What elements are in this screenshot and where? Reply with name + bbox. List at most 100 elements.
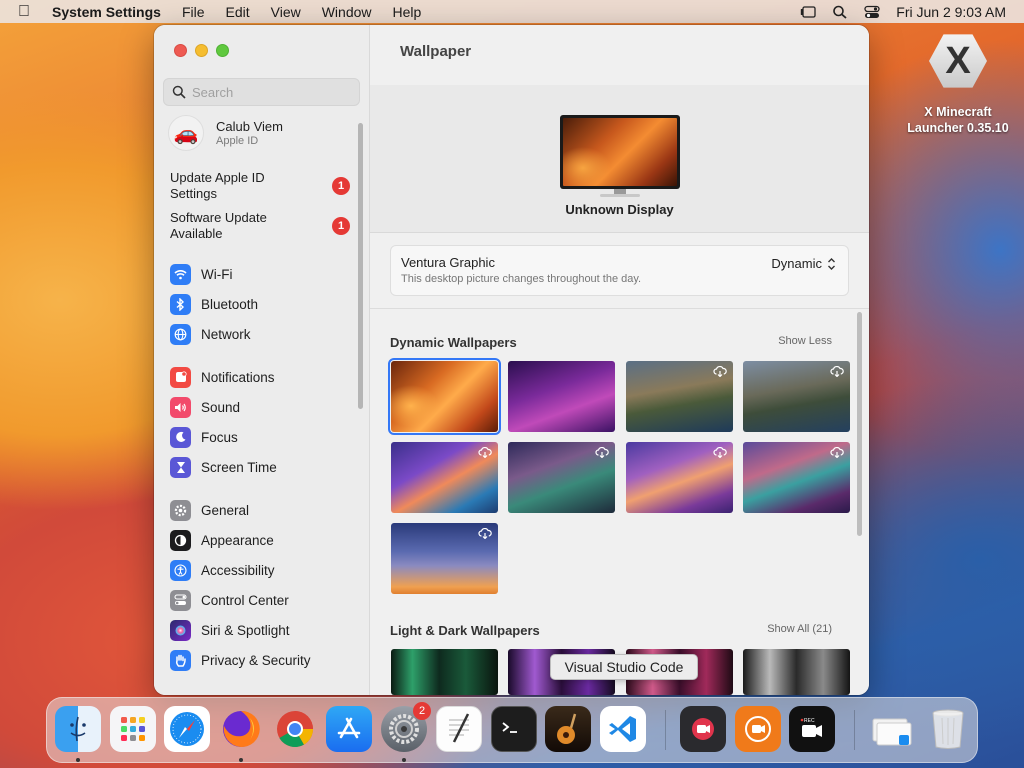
control-center-icon[interactable] (864, 5, 880, 19)
sidebar-item-network[interactable]: Network (170, 323, 251, 345)
sidebar-item-accessibility[interactable]: Accessibility (170, 559, 275, 581)
moon-icon (170, 426, 191, 448)
menubar-clock[interactable]: Fri Jun 2 9:03 AM (896, 4, 1006, 20)
sidebar-item-appearance[interactable]: Appearance (170, 529, 274, 551)
sidebar-item-sound[interactable]: Sound (170, 396, 240, 418)
menu-window[interactable]: Window (322, 4, 372, 20)
finder-icon[interactable] (55, 706, 101, 752)
show-less-button[interactable]: Show Less (778, 335, 832, 350)
download-cloud-icon[interactable] (478, 446, 492, 461)
menu-extras: Fri Jun 2 9:03 AM (800, 4, 1006, 20)
wallpaper-thumb-macintosh-desert[interactable] (626, 442, 733, 513)
terminal-icon[interactable] (491, 706, 537, 752)
system-settings-icon[interactable]: 2 (381, 702, 431, 752)
desktop-app-label-line1: X Minecraft (924, 105, 992, 119)
menu-file[interactable]: File (182, 4, 205, 20)
maximize-window-button[interactable] (216, 44, 229, 57)
appearance-icon (170, 529, 191, 551)
app-store-icon[interactable] (326, 706, 372, 752)
firefox-icon[interactable] (218, 706, 264, 752)
search-icon (172, 85, 186, 99)
wallpaper-thumb-ventura-purple[interactable] (508, 361, 615, 432)
sidebar-item-general[interactable]: General (170, 499, 249, 521)
sidebar-item-label: Sound (201, 399, 241, 415)
sidebar-item-siri-spotlight[interactable]: Siri & Spotlight (170, 619, 290, 641)
wallpaper-thumb-gradient-sunset[interactable] (391, 523, 498, 594)
video-recorder-icon[interactable]: REC (789, 706, 835, 752)
wallpaper-thumb-macintosh-lake[interactable] (508, 442, 615, 513)
wallpaper-thumb-catalina-evening[interactable] (743, 361, 850, 432)
wallpaper-thumb-macintosh-hd[interactable] (391, 442, 498, 513)
stepper-chevron-icon (828, 257, 835, 270)
sidebar-item-label: General (201, 502, 250, 518)
show-all-button[interactable]: Show All (21) (767, 623, 832, 638)
wallpaper-thumb-light-dark-green[interactable] (391, 649, 498, 695)
wallpaper-thumb-catalina-day[interactable] (626, 361, 733, 432)
apple-menu-icon[interactable]:  (18, 3, 38, 21)
notice-update-apple-id[interactable]: Update Apple ID Settings 1 (170, 170, 350, 202)
menu-edit[interactable]: Edit (226, 4, 250, 20)
sidebar-item-wifi[interactable]: Wi-Fi (170, 263, 232, 285)
sidebar-item-screen-time[interactable]: Screen Time (170, 456, 277, 478)
globe-icon (170, 323, 191, 345)
downloads-stack-icon[interactable] (869, 706, 915, 752)
system-settings-window: 🚗 Calub Viem Apple ID Update Apple ID Se… (154, 25, 869, 695)
close-window-button[interactable] (174, 44, 187, 57)
screen-recorder-icon[interactable] (680, 706, 726, 752)
bluetooth-icon (170, 293, 191, 315)
wifi-icon (170, 263, 191, 285)
safari-icon[interactable] (164, 706, 210, 752)
desktop-app-x-minecraft-launcher[interactable]: X X Minecraft Launcher 0.35.10 (898, 32, 1018, 136)
wallpaper-description: This desktop picture changes throughout … (401, 273, 642, 285)
search-field[interactable] (163, 78, 360, 106)
chrome-icon[interactable] (272, 706, 318, 752)
download-cloud-icon[interactable] (478, 527, 492, 542)
sidebar-item-privacy-security[interactable]: Privacy & Security (170, 649, 311, 671)
apple-id-account[interactable]: 🚗 Calub Viem Apple ID (168, 115, 283, 151)
wallpaper-pane: Wallpaper Unknown Display Ventura Graphi… (370, 25, 869, 695)
download-cloud-icon[interactable] (713, 446, 727, 461)
stage-manager-icon[interactable] (800, 5, 816, 19)
x-minecraft-launcher-icon: X (929, 34, 987, 88)
sidebar-item-bluetooth[interactable]: Bluetooth (170, 293, 258, 315)
current-wallpaper-card: Ventura Graphic This desktop picture cha… (390, 245, 849, 296)
wallpaper-thumb-light-dark-silver[interactable] (743, 649, 850, 695)
sidebar-item-label: Bluetooth (201, 296, 259, 312)
menu-app-name[interactable]: System Settings (52, 4, 161, 20)
menu-view[interactable]: View (271, 4, 301, 20)
wallpaper-thumb-macintosh-coast[interactable] (743, 442, 850, 513)
content-scrollbar[interactable] (857, 312, 862, 536)
notice-software-update[interactable]: Software Update Available 1 (170, 210, 350, 242)
minimize-window-button[interactable] (195, 44, 208, 57)
account-name: Calub Viem (216, 119, 283, 134)
search-input[interactable] (192, 84, 352, 100)
spotlight-search-icon[interactable] (832, 5, 848, 19)
download-cloud-icon[interactable] (595, 446, 609, 461)
notice-label: Software Update Available (170, 210, 267, 241)
accessibility-icon (170, 559, 191, 581)
download-cloud-icon[interactable] (830, 446, 844, 461)
download-cloud-icon[interactable] (713, 365, 727, 380)
sidebar-item-label: Wi-Fi (201, 266, 233, 282)
sidebar-item-focus[interactable]: Focus (170, 426, 238, 448)
wallpaper-mode-select[interactable]: Dynamic (771, 256, 836, 271)
menu-help[interactable]: Help (393, 4, 422, 20)
download-cloud-icon[interactable] (830, 365, 844, 380)
sidebar-item-label: Siri & Spotlight (201, 622, 290, 638)
sidebar-item-control-center[interactable]: Control Center (170, 589, 289, 611)
vscode-icon[interactable] (600, 706, 646, 752)
garageband-icon[interactable] (545, 706, 591, 752)
svg-text:REC: REC (804, 718, 815, 724)
trash-icon[interactable] (925, 706, 971, 752)
textedit-icon[interactable] (436, 706, 482, 752)
wallpaper-thumb-ventura-graphic[interactable] (388, 358, 501, 435)
dock-tooltip: Visual Studio Code (550, 654, 698, 680)
sidebar-item-notifications[interactable]: Notifications (170, 366, 275, 388)
notification-badge: 1 (332, 217, 350, 235)
recorder-pro-icon[interactable] (735, 706, 781, 752)
sidebar-scrollbar[interactable] (358, 123, 363, 409)
sidebar-item-label: Privacy & Security (201, 652, 311, 668)
sidebar-item-label: Control Center (201, 592, 289, 608)
launchpad-icon[interactable] (110, 706, 156, 752)
desktop-app-label: X Minecraft Launcher 0.35.10 (898, 104, 1018, 136)
